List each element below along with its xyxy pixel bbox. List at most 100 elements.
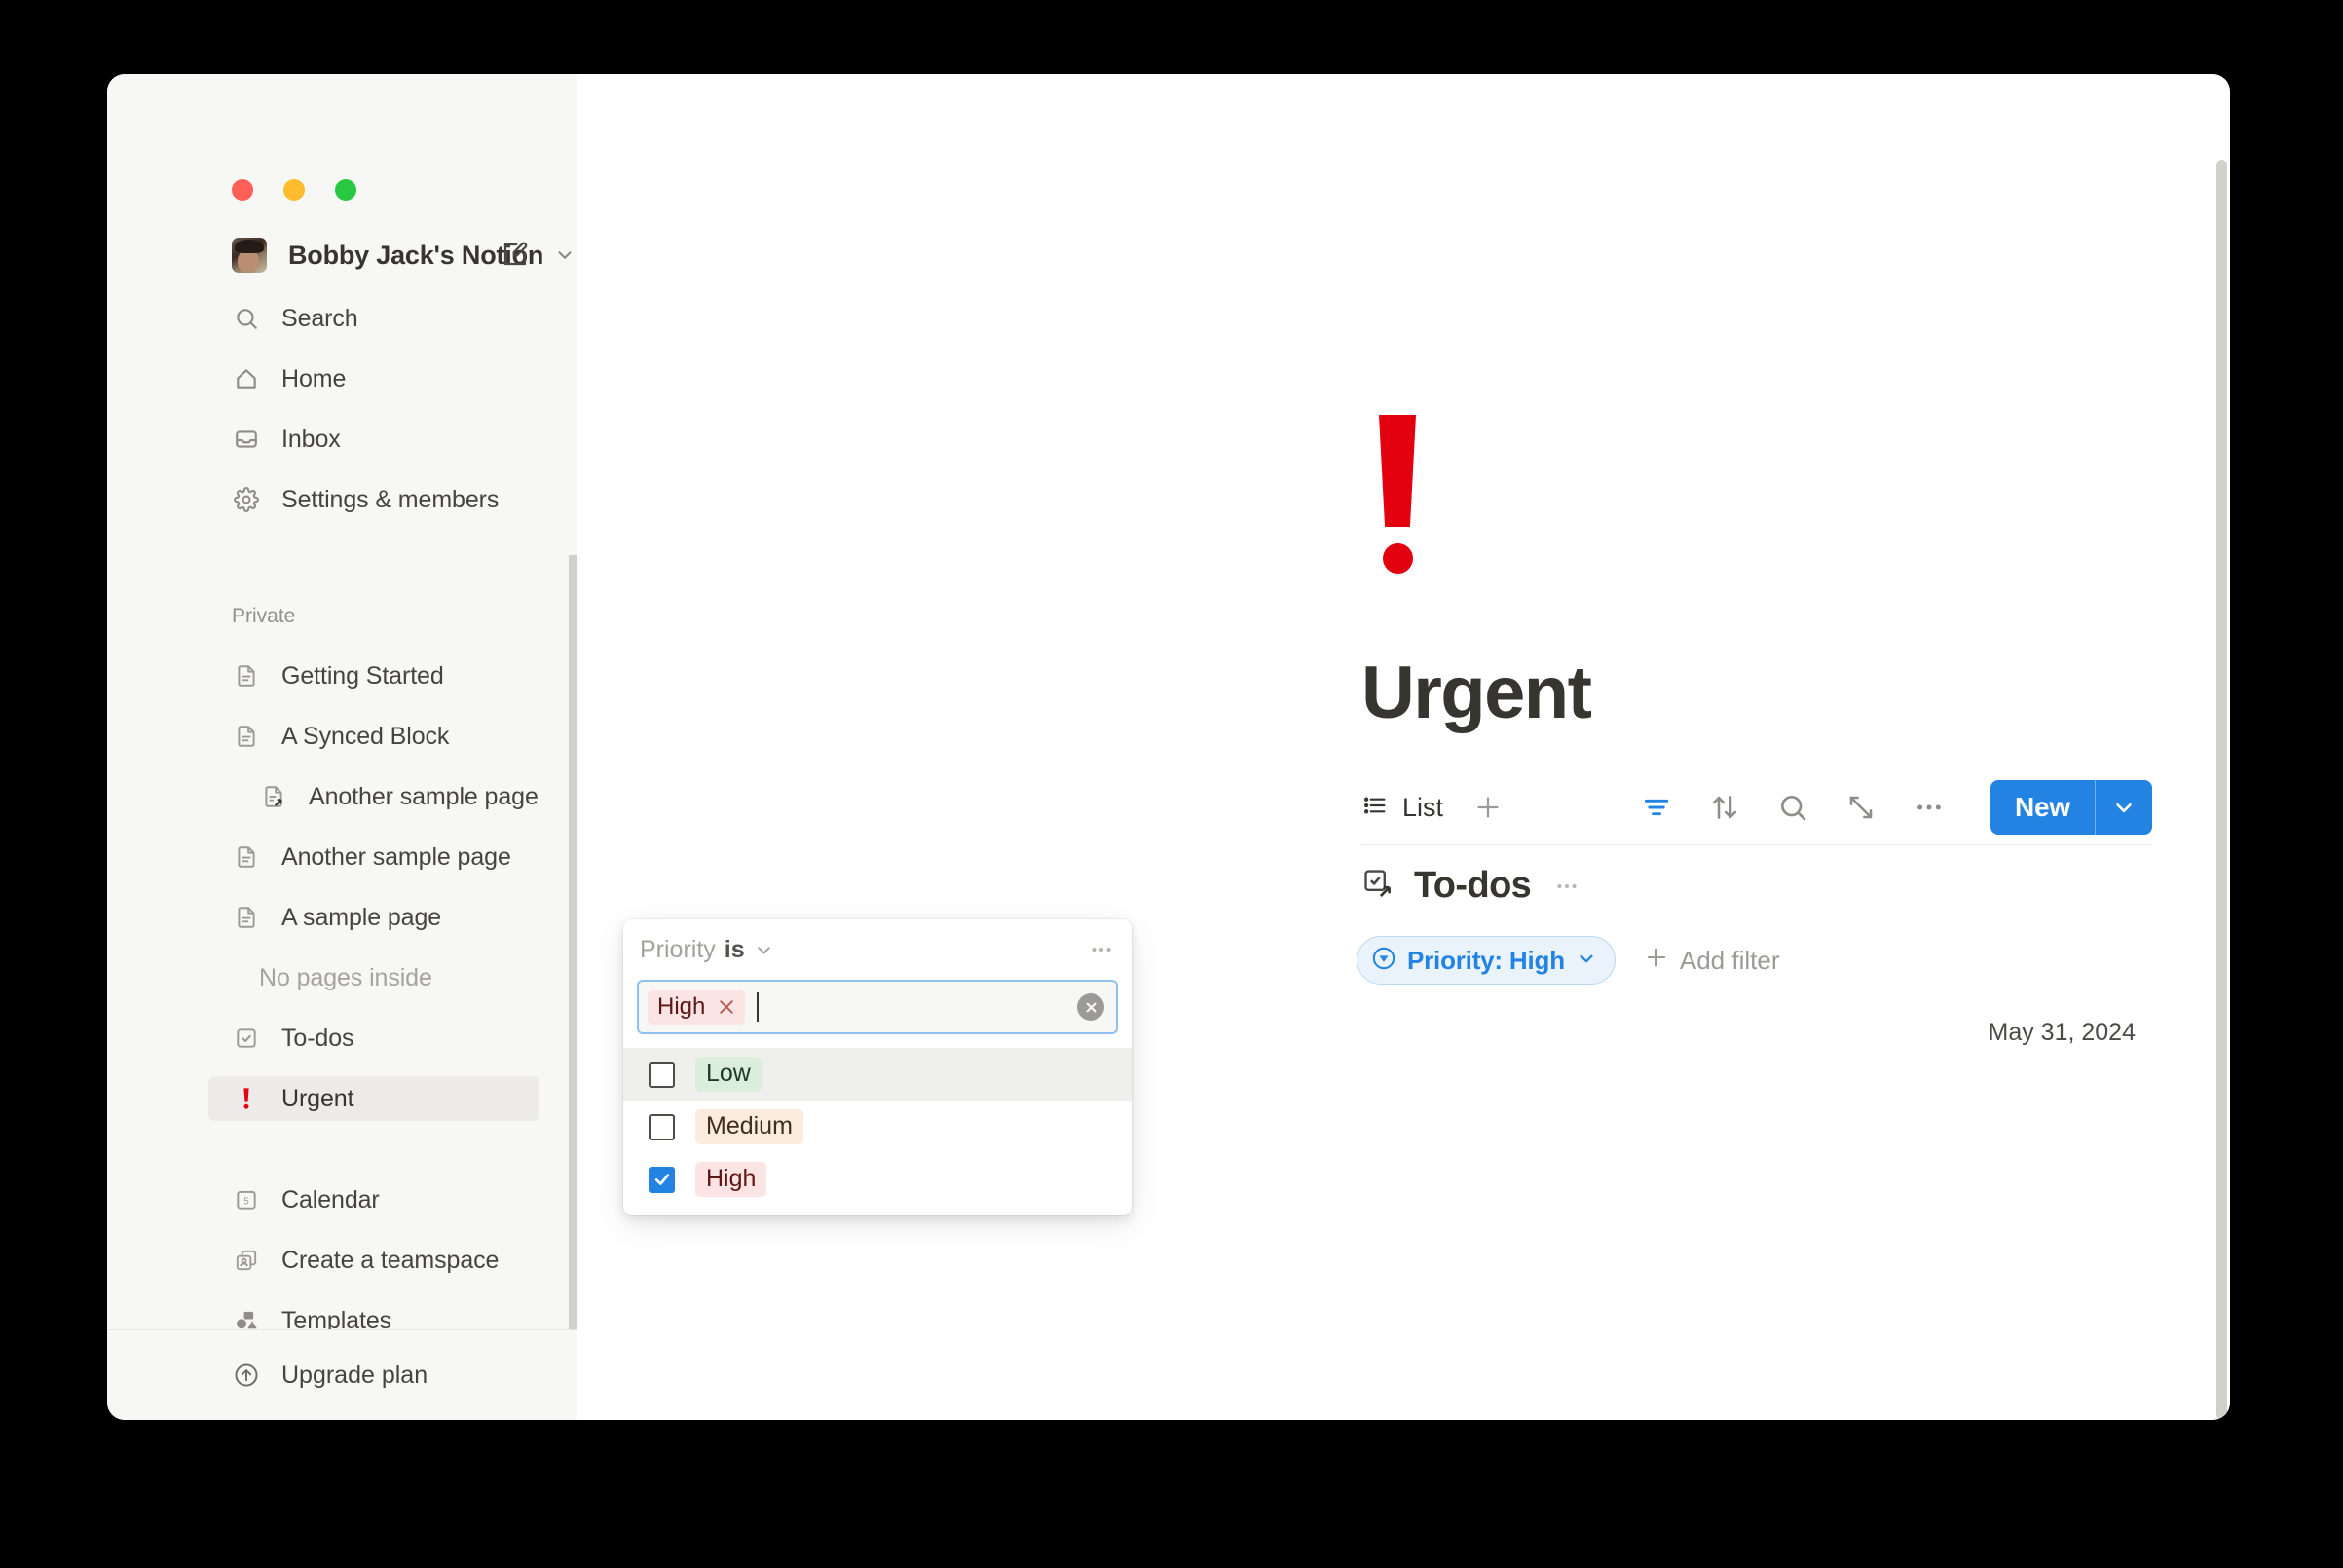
option-label: Medium — [695, 1109, 803, 1144]
sidebar-item-label: Another sample page — [281, 842, 511, 871]
sidebar-item-a-sample-page[interactable]: A sample page — [208, 895, 539, 940]
filter-bar: Priority: High Add filter — [1357, 936, 1779, 985]
database-heading: To-dos — [1361, 865, 1580, 907]
clear-circle-icon[interactable] — [1077, 993, 1104, 1021]
sidebar-item-label: A sample page — [281, 903, 442, 931]
svg-text:5: 5 — [243, 1197, 249, 1208]
option-label: Low — [695, 1057, 762, 1092]
filter-value-input[interactable]: High — [637, 980, 1118, 1034]
sidebar-item-settings[interactable]: Settings & members — [208, 477, 539, 522]
sidebar: Bobby Jack's Notion Search Home Inbox Se… — [107, 74, 577, 1420]
selected-tag-label: High — [657, 992, 706, 1020]
sidebar-item-calendar[interactable]: 5 Calendar — [208, 1177, 539, 1222]
sidebar-item-create-teamspace[interactable]: Create a teamspace — [208, 1238, 539, 1283]
sidebar-item-search[interactable]: Search — [208, 296, 539, 341]
sidebar-item-getting-started[interactable]: Getting Started — [208, 653, 539, 698]
page-icon — [232, 661, 261, 691]
page-title[interactable]: Urgent — [1361, 651, 1592, 735]
inbox-icon — [232, 425, 261, 454]
sidebar-item-inbox[interactable]: Inbox — [208, 417, 539, 462]
plus-icon[interactable] — [1472, 792, 1504, 823]
filter-option-high[interactable]: High — [623, 1153, 1132, 1206]
new-button-label: New — [2015, 792, 2070, 822]
sidebar-item-label: Inbox — [281, 425, 341, 453]
exclamation-mark-emoji — [232, 1084, 261, 1113]
sidebar-item-label: Create a teamspace — [281, 1246, 500, 1274]
chevron-down-icon — [554, 244, 576, 266]
view-tab-label: List — [1402, 792, 1444, 822]
sidebar-item-label: Another sample page — [309, 782, 539, 810]
database-title[interactable]: To-dos — [1414, 865, 1532, 907]
upgrade-arrow-icon — [232, 1361, 261, 1390]
sidebar-item-label: To-dos — [281, 1024, 354, 1052]
search-icon[interactable] — [1772, 787, 1813, 828]
home-icon — [232, 364, 261, 393]
search-icon — [232, 304, 261, 333]
filter-option-low[interactable]: Low — [623, 1048, 1132, 1101]
sidebar-item-label: Settings & members — [281, 485, 500, 513]
list-view-icon — [1361, 792, 1389, 824]
sidebar-item-label: Getting Started — [281, 661, 444, 690]
expand-icon[interactable] — [1841, 787, 1881, 828]
sidebar-empty-label: No pages inside — [259, 963, 432, 991]
sidebar-item-label: Templates — [281, 1306, 392, 1331]
checkbox-unchecked[interactable] — [649, 1061, 675, 1088]
add-filter-button[interactable]: Add filter — [1643, 944, 1780, 978]
sidebar-item-to-dos[interactable]: To-dos — [208, 1016, 539, 1061]
sidebar-item-label: A Synced Block — [281, 722, 450, 750]
x-icon[interactable] — [717, 997, 736, 1017]
sidebar-item-templates[interactable]: Templates — [208, 1298, 539, 1330]
sidebar-item-label: Urgent — [281, 1084, 354, 1112]
new-page-edit-icon[interactable] — [501, 240, 530, 274]
filter-pill-priority[interactable]: Priority: High — [1357, 936, 1616, 985]
filter-property-icon — [1371, 946, 1396, 976]
new-button[interactable]: New — [1990, 780, 2152, 835]
view-toolbar: List New — [1361, 770, 2152, 844]
checkbox-checked[interactable] — [649, 1166, 675, 1193]
filter-popup-header: Priority is — [623, 919, 1132, 980]
view-toolbar-actions: New — [1636, 780, 2152, 835]
chevron-down-icon — [1576, 948, 1597, 974]
toolbar-divider — [1361, 844, 2152, 845]
sidebar-item-another-sample-page-linked[interactable]: Another sample page — [208, 774, 539, 819]
filter-option-medium[interactable]: Medium — [623, 1101, 1132, 1153]
chevron-down-icon[interactable] — [754, 940, 774, 960]
more-options-icon[interactable] — [1554, 874, 1580, 899]
sort-icon[interactable] — [1704, 787, 1745, 828]
plus-icon — [1643, 944, 1670, 978]
add-filter-label: Add filter — [1679, 945, 1780, 975]
sidebar-item-label: Search — [281, 304, 358, 332]
main-scrollbar[interactable] — [2216, 160, 2227, 1420]
upgrade-plan-button[interactable]: Upgrade plan — [208, 1350, 539, 1400]
calendar-icon: 5 — [232, 1185, 261, 1214]
sidebar-item-another-sample-page[interactable]: Another sample page — [208, 835, 539, 879]
workspace-avatar — [232, 238, 267, 273]
sidebar-empty-state: No pages inside — [208, 955, 539, 1000]
filter-condition-label[interactable]: is — [725, 936, 745, 964]
filter-icon[interactable] — [1636, 787, 1677, 828]
more-options-icon[interactable] — [1089, 937, 1114, 962]
linked-database-icon — [1361, 867, 1395, 905]
filter-editor-popup: Priority is High Low Medium High — [623, 919, 1132, 1215]
filter-option-list: Low Medium High — [623, 1048, 1132, 1206]
checkbox-unchecked[interactable] — [649, 1113, 675, 1140]
sidebar-item-urgent[interactable]: Urgent — [208, 1076, 539, 1121]
sidebar-section-private: Private — [232, 605, 296, 627]
selected-tag-high: High — [648, 989, 746, 1025]
teamspace-icon — [232, 1246, 261, 1275]
sidebar-scrollbar[interactable] — [569, 555, 577, 1330]
sidebar-item-home[interactable]: Home — [208, 356, 539, 401]
row-date[interactable]: May 31, 2024 — [1989, 1019, 2137, 1047]
page-icon — [232, 903, 261, 932]
page-icon — [232, 842, 261, 872]
chevron-down-icon[interactable] — [2096, 780, 2152, 835]
more-options-icon[interactable] — [1909, 787, 1950, 828]
tab-list-view[interactable]: List — [1361, 792, 1443, 824]
main-content: Urgent List New To-dos Priority: High Ad… — [577, 74, 2230, 1420]
sidebar-item-label: Calendar — [281, 1185, 380, 1213]
sidebar-item-a-synced-block[interactable]: A Synced Block — [208, 714, 539, 759]
linked-page-icon — [259, 782, 288, 811]
page-icon — [232, 722, 261, 751]
upgrade-plan-label: Upgrade plan — [281, 1361, 428, 1389]
option-label: High — [695, 1162, 767, 1197]
